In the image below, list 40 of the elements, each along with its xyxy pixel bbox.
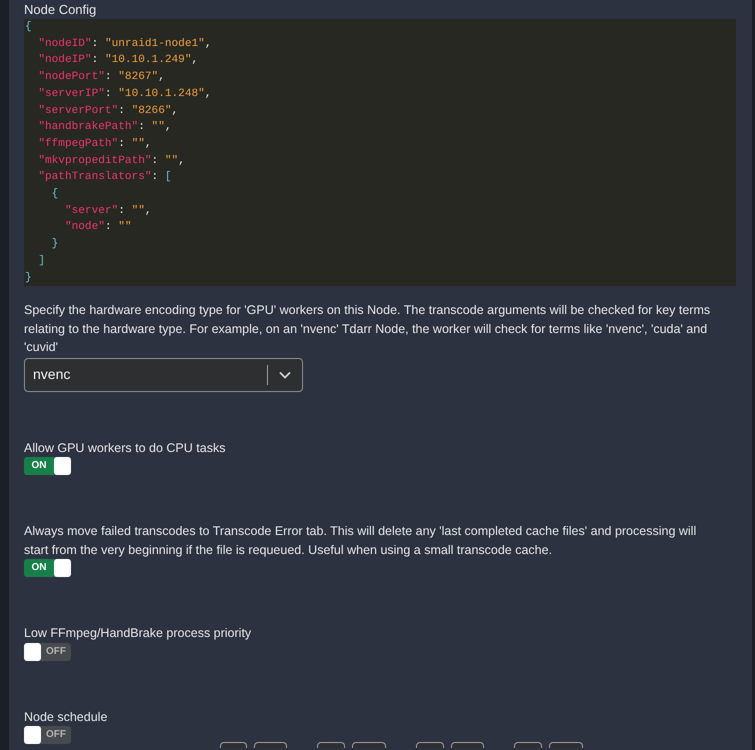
code-line: "server": "", [64, 204, 152, 219]
setting-label: Node schedule [24, 708, 108, 726]
time-field[interactable] [416, 742, 444, 748]
code-line: "handbrakePath": "", [37, 120, 172, 136]
time-field[interactable] [514, 742, 542, 748]
setting-label: Allow GPU workers to do CPU tasks [24, 440, 226, 457]
time-field[interactable] [254, 742, 287, 748]
code-line: } [25, 270, 32, 286]
select-field[interactable]: nvenc [24, 358, 303, 392]
code-line: "nodeID": "unraid1-node1", [37, 36, 212, 52]
switch-knob [54, 559, 71, 578]
toggle-switch[interactable]: OFF [24, 642, 71, 661]
switch-knob [54, 457, 71, 476]
code-line: "pathTranslators": [ [37, 170, 172, 186]
time-field[interactable] [220, 742, 247, 748]
section-title: Node Config [24, 1, 96, 19]
time-field[interactable] [317, 742, 345, 748]
code-line: } [50, 237, 58, 252]
setting-label: Always move failed transcodes to Transcode Error tab. This will delete any 'last completed cache files' and processing will start from the very beginning if the file is requeued. Useful when using a small transcode cache. [24, 523, 698, 559]
code-line: "serverIP": "10.10.1.248", [37, 86, 212, 102]
setting-description: Specify the hardware encoding type for 'GPU' workers on this Node. The transcode arguments will be checked for key terms relating to the hardware type. For example, on an 'nvenc' Tdarr Node, the worker will check for terms like 'nvenc', 'cuda' and 'cuvid' [24, 302, 712, 356]
code-line: "ffmpegPath": "", [37, 136, 152, 152]
code-line: ] [37, 254, 45, 269]
toggle-switch[interactable]: ON [24, 559, 71, 578]
toggle-switch[interactable]: OFF [24, 726, 71, 744]
chevron-down-icon [279, 370, 291, 379]
switch-knob [24, 726, 41, 744]
code-line: "serverPort": "8266", [37, 104, 178, 119]
code-line: { [25, 20, 32, 35]
code-line: "node": "" [64, 220, 132, 236]
code-line: "nodeIP": "10.10.1.249", [37, 53, 198, 68]
code-line: "nodePort": "8267", [37, 70, 165, 86]
time-field[interactable] [352, 742, 386, 748]
time-field[interactable] [549, 742, 583, 748]
switch-knob [24, 642, 41, 661]
toggle-switch[interactable]: ON [24, 457, 71, 476]
setting-label: Low FFmpeg/HandBrake process priority [24, 625, 252, 642]
code-line: "mkvpropeditPath": "", [37, 154, 185, 169]
code-line: { [50, 187, 58, 202]
time-field[interactable] [451, 742, 484, 748]
